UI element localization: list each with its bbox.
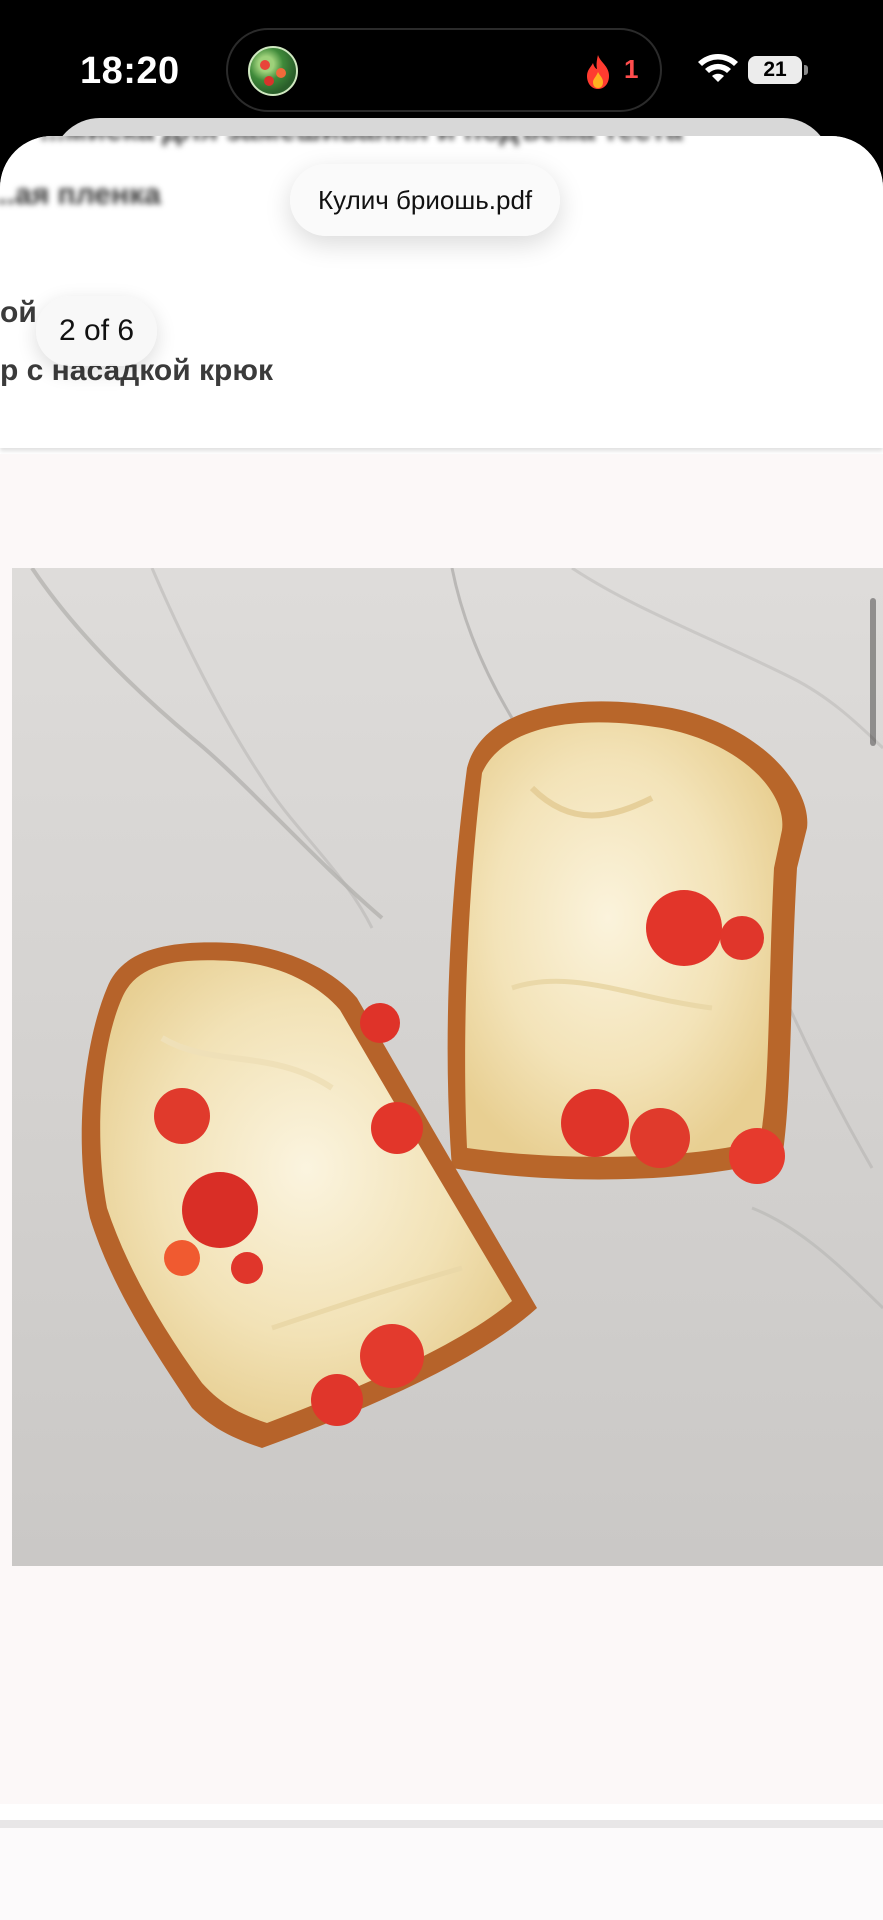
blurred-text-line: ...миска для замешивания и подъема теста: [40, 136, 682, 148]
scroll-indicator[interactable]: [870, 598, 876, 746]
battery-tip: [804, 65, 808, 75]
wifi-icon: [698, 54, 738, 82]
document-page-3-top: [0, 1828, 883, 1920]
flame-icon: [587, 55, 609, 89]
file-title-pill[interactable]: Кулич бриошь.pdf: [290, 164, 561, 236]
notification-count: 1: [624, 54, 639, 84]
kulich-photo: [12, 568, 883, 1566]
battery-icon: 21: [748, 56, 802, 84]
status-time: 18:20: [80, 50, 180, 92]
app-avatar-icon: [248, 46, 298, 96]
screen: 18:20 1 21 ...миска для замешивания и по…: [0, 0, 883, 1920]
document-text-line: ой: [0, 296, 37, 329]
page-indicator: 2 of 6: [36, 296, 158, 366]
pdf-viewer-sheet[interactable]: ...миска для замешивания и подъема теста…: [0, 136, 883, 1920]
blurred-text-line: ...ая пленка: [0, 178, 161, 211]
page-divider: [0, 1820, 883, 1828]
dynamic-island[interactable]: 1: [226, 28, 662, 112]
